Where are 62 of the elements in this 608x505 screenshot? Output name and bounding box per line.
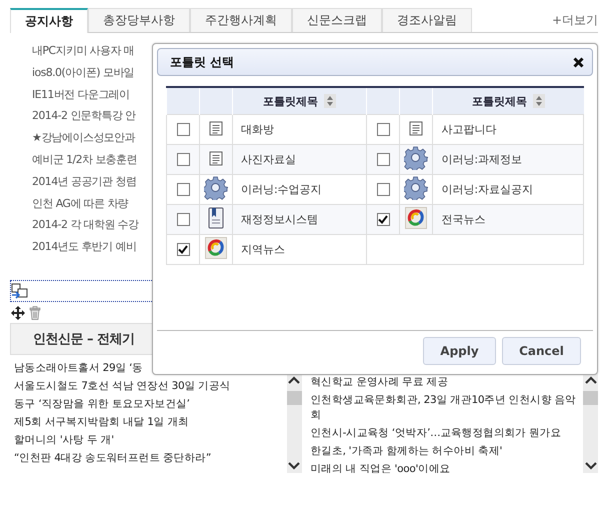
scrollbar-thumb[interactable] [583,391,598,405]
scrollbar[interactable] [286,373,302,473]
swirl-logo-icon [205,237,227,259]
swirl-logo-icon [405,207,428,229]
gear-icon [404,176,428,200]
scrollbar-thumb[interactable] [286,391,302,405]
move-icon[interactable] [11,306,25,320]
gear-icon [204,176,228,200]
checkbox[interactable] [376,213,390,226]
news-link[interactable]: 동구 ‘직장맘을 위한 토요모자보건실’ [14,395,286,413]
tab[interactable]: 총장당부사항 [88,8,190,32]
news-link[interactable]: 인천시-시교육청 ‘엇박자’…교육행정협의회가 뭔가요 [310,424,583,442]
news-link[interactable]: 서울도시철도 7호선 석남 연장선 30일 기공식 [14,377,286,395]
checkbox[interactable] [376,183,390,196]
news-link[interactable]: 할머니의 '사탕 두 개' [14,431,286,449]
column-header[interactable]: 포틀릿제목 [432,87,584,114]
book-icon [207,207,225,229]
news-link[interactable]: 한길초, '가족과 함께하는 허수아비 축제' [310,442,583,460]
tab[interactable]: 경조사알림 [382,8,472,32]
tab[interactable]: 공지사항 [10,8,88,33]
more-link[interactable]: +더보기 [552,12,598,28]
section-title: 인천신문 – 전체기 [33,331,135,348]
sort-icon[interactable] [324,94,336,108]
portlet-name: 전국뉴스 [432,204,584,234]
news-link[interactable]: 인천학생교육문화회관, 23일 개관10주년 인천시향 음악회 [310,391,583,424]
dialog-button[interactable]: Apply [423,337,496,365]
header-cell [200,87,232,114]
gear-icon [404,146,428,170]
checkbox[interactable] [176,213,190,226]
portlet-name: 사고팝니다 [432,114,584,144]
column-title: 포틀릿제목 [263,94,318,108]
document-icon [209,150,223,166]
column-title: 포틀릿제목 [472,94,527,108]
checkbox[interactable] [376,123,390,136]
header-cell [166,87,200,114]
document-icon [209,120,223,136]
tab[interactable]: 신문스크랩 [292,8,382,32]
tab[interactable]: 주간행사계획 [190,8,292,32]
checkbox[interactable] [176,243,190,256]
checkbox[interactable] [176,183,190,196]
portlet-icon[interactable] [11,283,29,299]
scrollbar[interactable] [583,373,598,473]
checkbox[interactable] [376,153,390,166]
portlet-name: 이러닝:과제정보 [432,144,584,174]
header-cell [366,87,400,114]
checkbox[interactable] [176,123,190,136]
checkbox[interactable] [176,153,190,166]
portlet-name: 대화방 [232,114,367,144]
news-link[interactable]: 미래의 내 직업은 'ooo'이에요 [310,460,583,473]
dialog-title: 포틀릿 선택 [170,54,234,70]
sort-icon[interactable] [532,94,545,108]
news-link[interactable]: 제5회 서구복지박람회 내달 1일 개최 [14,413,286,431]
column-header[interactable]: 포틀릿제목 [232,87,367,114]
portlet-name: 지역뉴스 [232,234,367,264]
news-link[interactable]: “인천판 4대강 송도워터프런트 중단하라” [14,449,286,467]
document-icon [409,120,424,136]
header-cell [400,87,433,114]
portlet-name: 사진자료실 [232,144,367,174]
portlet-name: 재정정보시스템 [232,204,367,234]
dialog-button[interactable]: Cancel [502,337,581,365]
news-link[interactable]: 혁신학교 운영사례 무료 제공 [310,373,583,391]
close-icon[interactable] [573,56,584,68]
